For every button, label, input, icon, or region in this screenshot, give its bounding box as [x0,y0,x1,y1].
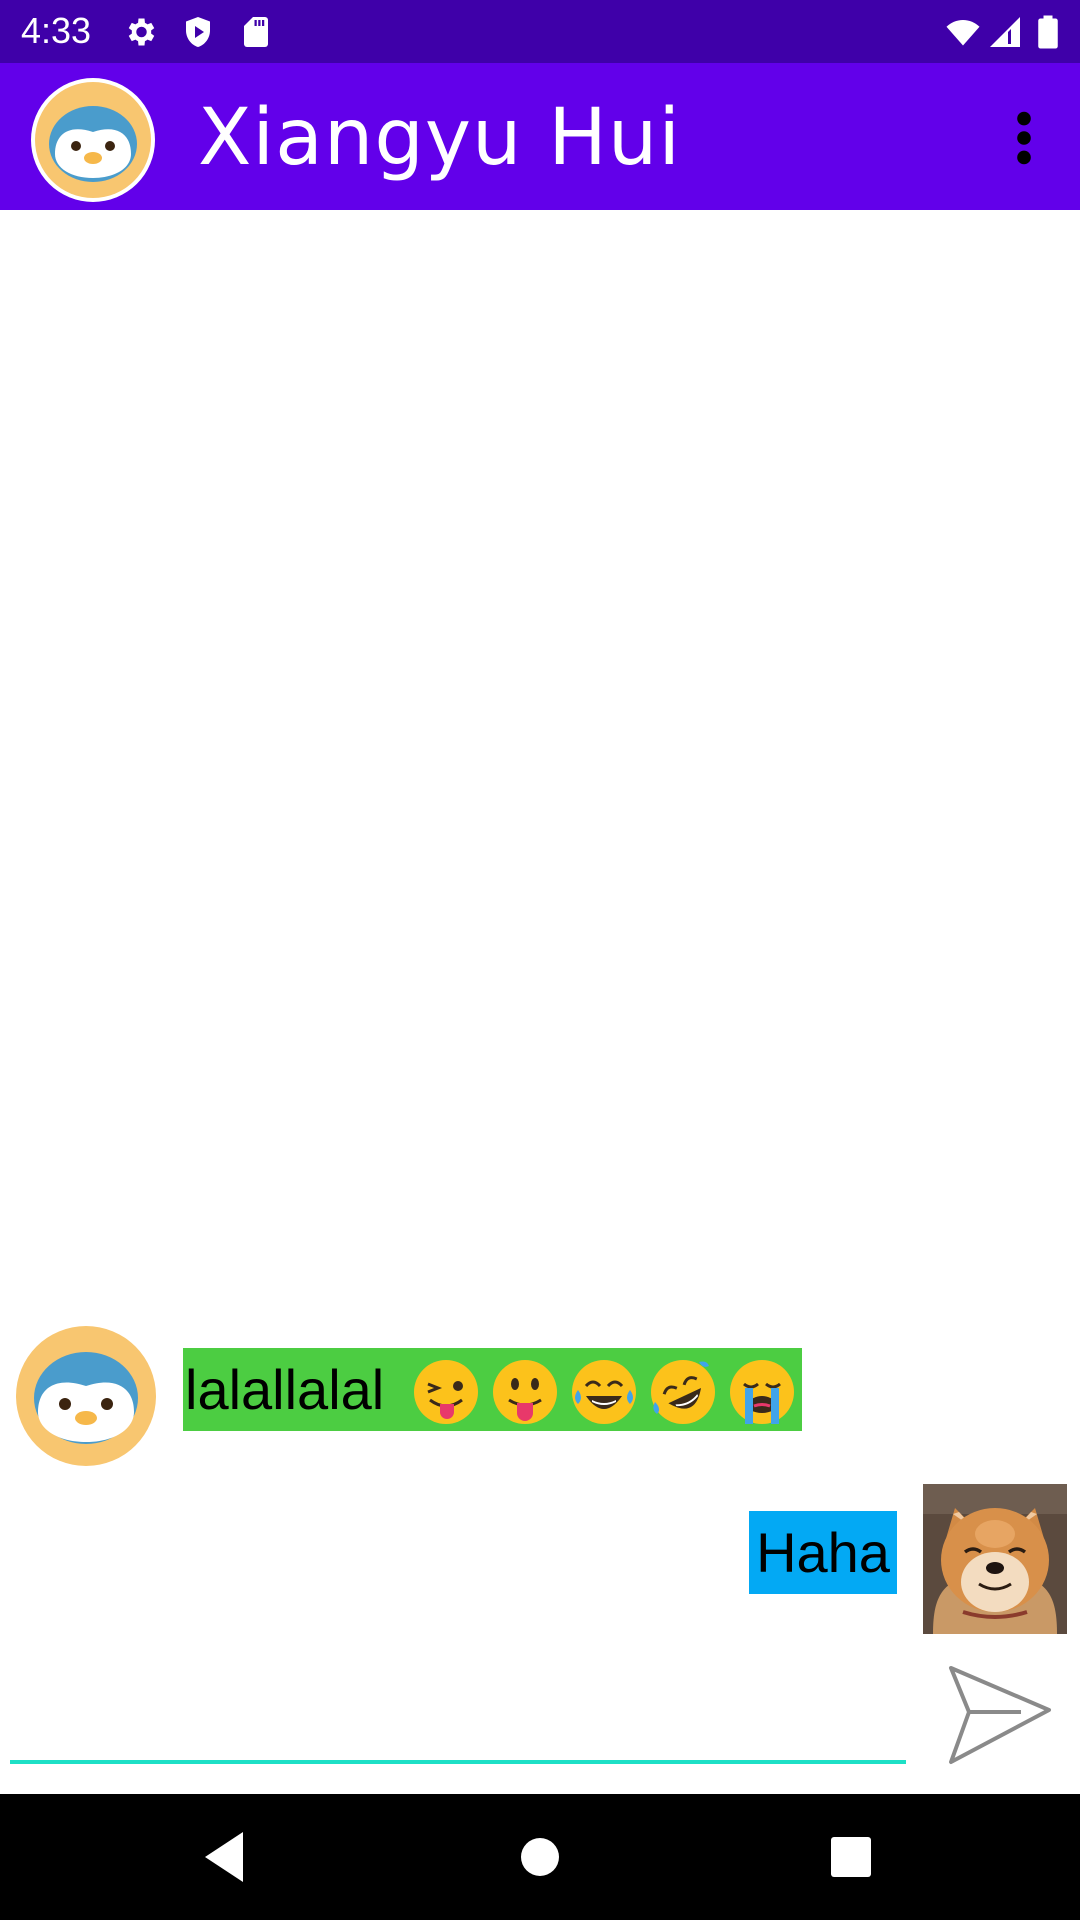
settings-icon [128,18,155,46]
incoming-message-text: lalallalal [185,1358,385,1421]
penguin-avatar[interactable] [29,76,157,204]
navigation-bar [0,1794,1080,1920]
status-bar: 4:33 [0,0,1080,63]
back-icon[interactable] [193,1824,259,1890]
battery-icon [1038,15,1058,49]
tongue-out-emoji [493,1360,557,1424]
status-time: 4:33 [21,10,92,51]
more-vert-icon[interactable] [1000,103,1048,173]
recents-icon[interactable] [818,1824,884,1890]
message-input[interactable] [10,1660,906,1764]
penguin-avatar[interactable] [16,1326,156,1466]
chat-screen: 4:33 Xiangyu Hui lalallalal Haha [0,0,1080,1920]
loudly-crying-emoji [730,1360,794,1424]
tears-of-joy-emoji [572,1360,636,1424]
app-bar: Xiangyu Hui [0,63,1080,210]
emoji-row [410,1356,798,1428]
chat-title: Xiangyu Hui [198,93,681,183]
winking-tongue-emoji [414,1360,478,1424]
signal-icon [990,17,1020,47]
wifi-icon [946,20,980,46]
send-icon[interactable] [945,1660,1055,1770]
shiba-dog-photo[interactable] [923,1484,1067,1634]
shield-play-icon [186,17,210,47]
outgoing-message-bubble[interactable]: Haha [749,1511,897,1594]
sd-card-icon [244,17,268,47]
home-icon[interactable] [507,1824,573,1890]
rofl-emoji [651,1360,715,1424]
